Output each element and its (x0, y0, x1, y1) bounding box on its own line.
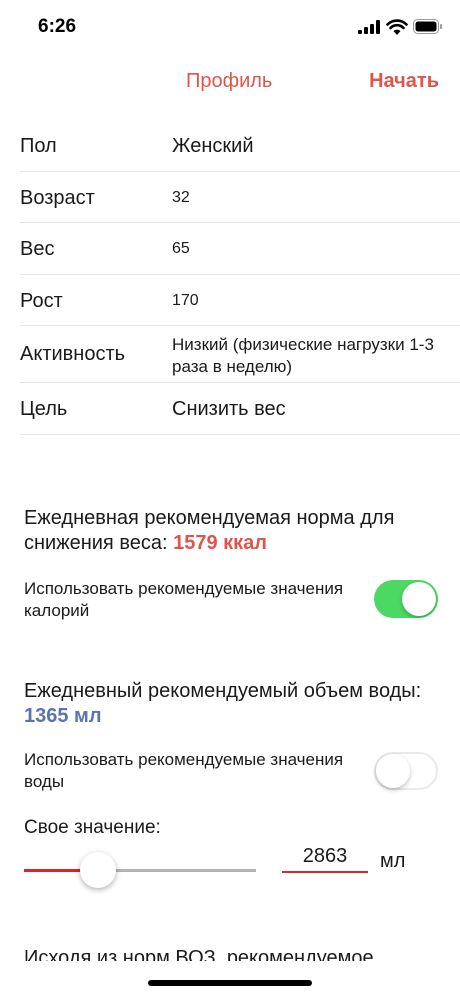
use-recommended-calories-label: Использовать рекомендуемые значения кало… (24, 579, 344, 620)
toggle-knob (376, 754, 410, 788)
slider-track-empty (98, 869, 256, 872)
row-label: Рост (20, 290, 63, 312)
use-recommended-water-toggle[interactable] (374, 752, 438, 790)
profile-row-age[interactable]: Возраст 32 (20, 172, 460, 223)
toggle-knob (402, 582, 436, 616)
row-label: Активность (20, 343, 126, 365)
row-label: Возраст (20, 187, 95, 209)
calorie-recommendation: Ежедневная рекомендуемая норма для сниже… (24, 506, 434, 556)
status-bar: 6:26 (0, 0, 460, 56)
who-norms-text: Исходя из норм ВОЗ, рекомендуемое (24, 947, 374, 961)
status-time: 6:26 (38, 16, 77, 37)
water-amount-field[interactable]: 2863 (282, 845, 368, 873)
water-text: Ежедневный рекомендуемый объем воды: (24, 680, 422, 702)
water-amount-slider[interactable] (24, 852, 256, 888)
row-value: 32 (172, 189, 190, 206)
row-value: 170 (172, 292, 199, 309)
water-value: 1365 мл (24, 705, 102, 727)
profile-row-goal[interactable]: Цель Снизить вес (20, 383, 460, 435)
water-recommendation: Ежедневный рекомендуемый объем воды: 136… (24, 679, 434, 729)
calorie-value: 1579 ккал (173, 532, 267, 554)
row-label: Цель (20, 398, 68, 420)
own-value-label: Свое значение: (24, 817, 161, 838)
row-value: Низкий (физические нагрузки 1-3 раза в н… (172, 335, 434, 376)
use-recommended-water-label: Использовать рекомендуемые значения воды (24, 750, 344, 791)
profile-row-weight[interactable]: Вес 65 (20, 223, 460, 275)
slider-thumb[interactable] (80, 852, 116, 888)
start-button[interactable]: Начать (369, 70, 439, 93)
profile-row-gender[interactable]: Пол Женский (20, 120, 460, 172)
navigation-bar: Профиль Начать (0, 60, 460, 104)
row-value: Снизить вес (172, 398, 286, 420)
row-value: 65 (172, 240, 190, 257)
use-recommended-calories-toggle[interactable] (374, 580, 438, 618)
profile-row-height[interactable]: Рост 170 (20, 275, 460, 326)
cellular-signal-icon (358, 20, 380, 34)
water-unit-label: мл (380, 850, 406, 872)
battery-icon (413, 19, 442, 34)
home-indicator[interactable] (148, 980, 312, 986)
wifi-icon (386, 19, 408, 35)
profile-list: Пол Женский Возраст 32 Вес 65 Рост 170 А… (0, 120, 460, 435)
nav-title: Профиль (186, 70, 273, 92)
row-label: Вес (20, 238, 55, 260)
row-label: Пол (20, 135, 57, 157)
profile-row-activity[interactable]: Активность Низкий (физические нагрузки 1… (20, 326, 460, 383)
row-value: Женский (172, 135, 254, 157)
